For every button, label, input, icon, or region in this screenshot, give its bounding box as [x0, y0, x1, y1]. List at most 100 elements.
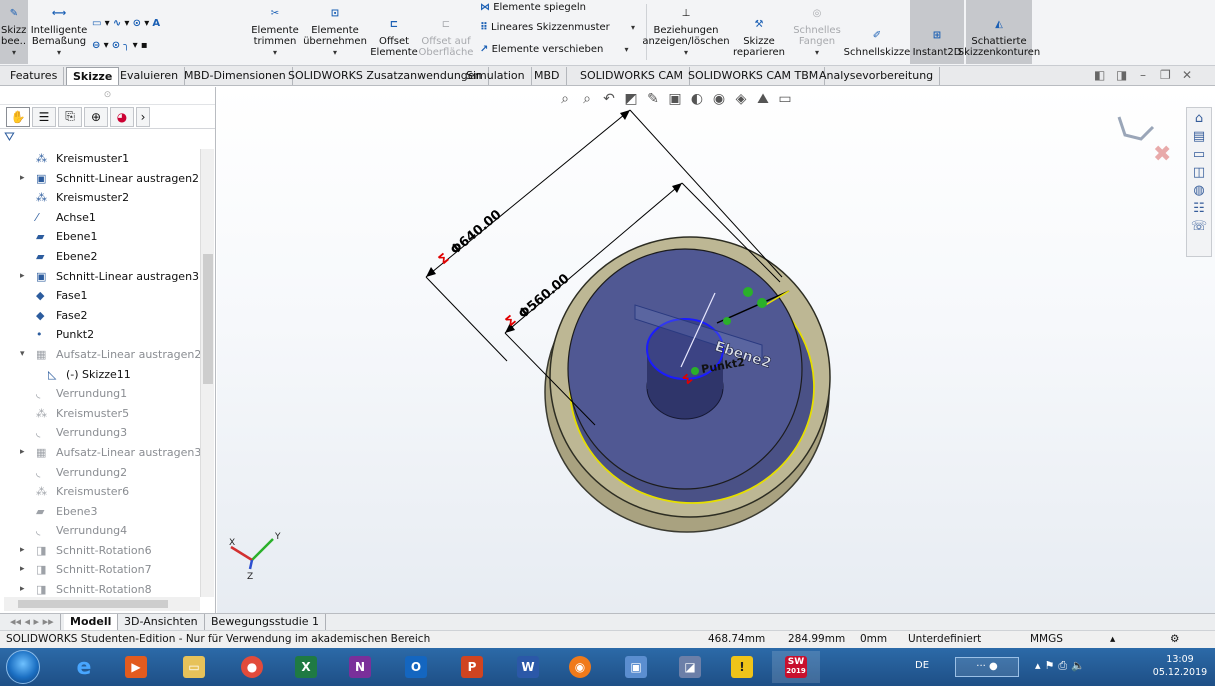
repair-sketch-button[interactable]: ⚒ Skizze reparieren	[728, 0, 790, 64]
line-rect-tools[interactable]: ▭ ▾ ∿ ▾ ⊙ ▾ A	[92, 18, 160, 29]
feature-manager-tab-icon[interactable]: ✋	[6, 106, 30, 127]
chevron-down-icon[interactable]: ▾	[57, 47, 61, 58]
chevron-down-icon[interactable]: ▾	[815, 47, 819, 58]
tree-item[interactable]: ◟ Verrundung4	[0, 521, 200, 541]
rapid-sketch-button[interactable]: ✐ Schnellskizze	[844, 0, 911, 64]
quick-snaps-button[interactable]: ◎ Schnelles Fangen ▾	[792, 0, 842, 64]
relation-marker-icon[interactable]	[757, 298, 767, 308]
tab-cam-tbm[interactable]: SOLIDWORKS CAM TBM	[682, 67, 826, 85]
tree-item[interactable]: ▰ Ebene2	[0, 247, 200, 267]
minimize-icon[interactable]: –	[1140, 68, 1146, 82]
restore-icon[interactable]: ❐	[1160, 68, 1171, 82]
desktop-toolbar[interactable]: ··· ●	[955, 657, 1019, 677]
powerpoint-icon[interactable]: P	[448, 651, 496, 683]
solidworks-taskbar-icon[interactable]: SW 2019	[772, 651, 820, 683]
design-library-icon[interactable]: ▤	[1193, 129, 1205, 144]
chevron-down-icon[interactable]: ▾	[333, 47, 337, 58]
network-tool-icon[interactable]: ◪	[666, 651, 714, 683]
tab-3d-views[interactable]: 3D-Ansichten	[118, 614, 205, 630]
file-explorer-taskbar-icon[interactable]: ▭	[170, 651, 218, 683]
tile-right-icon[interactable]: ◨	[1116, 68, 1127, 82]
chevron-right-icon[interactable]: ▸	[20, 560, 25, 579]
tree-vertical-scrollbar[interactable]	[200, 149, 214, 597]
move-entities-button[interactable]: ↗ Elemente verschieben ▾	[480, 44, 629, 55]
excel-icon[interactable]: X	[282, 651, 330, 683]
home-icon[interactable]: ⌂	[1195, 111, 1203, 126]
exit-sketch-button[interactable]: ✎ Skizze bee... ▾	[0, 0, 28, 64]
tree-item[interactable]: ▰ Ebene1	[0, 227, 200, 247]
tree-horizontal-scrollbar[interactable]	[4, 597, 200, 611]
mirror-entities-button[interactable]: ⋈ Elemente spiegeln	[480, 2, 586, 13]
dimension-text-outer[interactable]: Φ640.00	[448, 207, 505, 258]
chevron-right-icon[interactable]: ▸	[20, 580, 25, 597]
tab-scroll-arrows[interactable]: ◂◂ ◂ ▸ ▸▸	[4, 614, 61, 630]
tab-addins[interactable]: SOLIDWORKS Zusatzanwendungen	[282, 67, 489, 85]
panel-collapse-handle[interactable]: ⊙	[0, 87, 215, 105]
file-explorer-icon[interactable]: ▭	[1193, 147, 1205, 162]
trim-entities-button[interactable]: ✂ Elemente trimmen ▾	[250, 0, 300, 64]
tab-model[interactable]: Modell	[64, 614, 119, 630]
scrollbar-thumb[interactable]	[18, 600, 168, 608]
offset-entities-button[interactable]: ⊏ Offset Elemente	[368, 0, 420, 64]
chevron-right-icon[interactable]: ▸	[20, 169, 25, 188]
chevron-right-icon[interactable]: ▸	[20, 541, 25, 560]
graphics-area[interactable]: ⌕ ⌕ ↶ ◩ ✎ ▣ ◐ ◉ ◈ ⛰ ▭ Ebene2 Punkt2 Σ Φ6…	[217, 87, 1215, 613]
scrollbar-thumb[interactable]	[203, 254, 213, 384]
tree-item[interactable]: ⁂ Kreismuster1	[0, 149, 200, 169]
smart-dimension-button[interactable]: ⟷ Intelligente Bemaßung ▾	[30, 0, 88, 64]
property-manager-tab-icon[interactable]: ☰	[32, 106, 56, 127]
tree-item[interactable]: ◺ (-) Skizze11	[0, 365, 200, 385]
relation-marker-icon[interactable]	[691, 367, 699, 375]
tree-item[interactable]: ◆ Fase2	[0, 306, 200, 326]
tree-item[interactable]: ▰ Ebene3	[0, 502, 200, 522]
chevron-down-icon[interactable]: ▾	[20, 345, 25, 364]
media-player-icon[interactable]: ▶	[112, 651, 160, 683]
tree-item[interactable]: ▸ ◨ Schnitt-Rotation6	[0, 541, 200, 561]
system-clock[interactable]: 13:09 05.12.2019	[1150, 653, 1210, 679]
chevron-down-icon[interactable]: ▾	[684, 47, 688, 58]
system-tray-icons[interactable]: ▴⚑⎙🔈	[1035, 659, 1089, 673]
word-icon[interactable]: W	[504, 651, 552, 683]
tree-item[interactable]: ▸ ◨ Schnitt-Rotation7	[0, 560, 200, 580]
custom-properties-icon[interactable]: ☷	[1193, 201, 1205, 216]
display-relations-button[interactable]: ⊥ Beziehungen anzeigen/löschen ▾	[642, 0, 729, 64]
tree-item[interactable]: ◟ Verrundung3	[0, 423, 200, 443]
configuration-manager-tab-icon[interactable]: ⎘	[58, 106, 82, 127]
tab-sketch[interactable]: Skizze	[66, 67, 120, 85]
slot-fillet-tools[interactable]: ⊖ ▾ ⊙ ╮ ▾ ▪	[92, 40, 148, 51]
chevron-down-icon[interactable]: ▾	[273, 47, 277, 58]
tree-item[interactable]: ⁂ Kreismuster2	[0, 188, 200, 208]
offset-on-surface-button[interactable]: ⊏ Offset auf Oberfläche	[419, 0, 474, 64]
tree-item[interactable]: ⁂ Kreismuster5	[0, 404, 200, 424]
tab-simulation[interactable]: Simulation	[460, 67, 532, 85]
cancel-sketch-icon[interactable]: ✖	[1153, 142, 1171, 167]
tree-item[interactable]: ◟ Verrundung1	[0, 384, 200, 404]
tab-motion-study[interactable]: Bewegungsstudie 1	[205, 614, 327, 630]
tree-item[interactable]: ▸ ◨ Schnitt-Rotation8	[0, 580, 200, 597]
filter-icon[interactable]: ⛛	[0, 129, 215, 147]
shaded-contours-button[interactable]: ◭ Schattierte Skizzenkonturen	[958, 0, 1040, 64]
tree-item[interactable]: ◆ Fase1	[0, 286, 200, 306]
unit-system[interactable]: MMGS	[1030, 631, 1063, 648]
tree-item[interactable]: ⁂ Kreismuster6	[0, 482, 200, 502]
chevron-down-icon[interactable]: ▾	[631, 23, 635, 32]
input-language[interactable]: DE	[915, 660, 929, 671]
exit-sketch-icon[interactable]	[1117, 116, 1155, 141]
convert-entities-button[interactable]: ⊡ Elemente übernehmen ▾	[302, 0, 368, 64]
outlook-icon[interactable]: O	[392, 651, 440, 683]
tab-evaluate[interactable]: Evaluieren	[114, 67, 186, 85]
chevron-down-icon[interactable]: ▾	[12, 47, 16, 58]
tree-item[interactable]: ◟ Verrundung2	[0, 463, 200, 483]
firefox-icon[interactable]: ◉	[556, 651, 604, 683]
appearances-icon[interactable]: ◍	[1193, 183, 1204, 198]
chevron-up-icon[interactable]: ▴	[1110, 631, 1115, 648]
display-manager-tab-icon[interactable]: ◕	[110, 106, 134, 127]
remote-desktop-icon[interactable]: ▣	[612, 651, 660, 683]
tab-mbd[interactable]: MBD	[528, 67, 567, 85]
tree-item[interactable]: ▸ ▣ Schnitt-Linear austragen3	[0, 267, 200, 287]
internet-explorer-icon[interactable]: e	[60, 651, 108, 683]
tab-cam[interactable]: SOLIDWORKS CAM	[574, 67, 691, 85]
tree-item[interactable]: • Punkt2	[0, 325, 200, 345]
instant2d-button[interactable]: ⊞ Instant2D	[910, 0, 964, 64]
view-palette-icon[interactable]: ◫	[1193, 165, 1205, 180]
